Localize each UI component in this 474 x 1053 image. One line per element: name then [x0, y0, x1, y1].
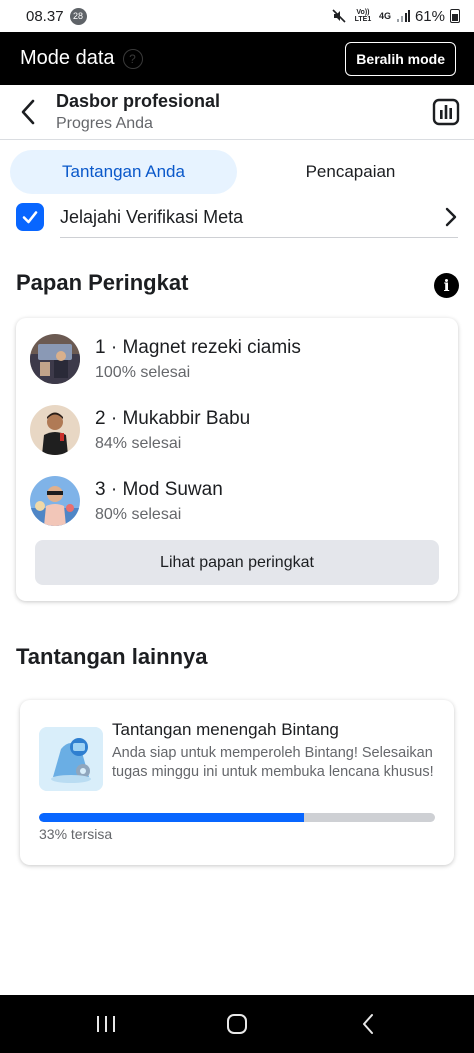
signal-icon — [396, 10, 410, 22]
challenge-progress-bar — [39, 813, 435, 822]
leaderboard-entry-progress: 80% selesai — [95, 505, 182, 523]
mode-bar: Mode data ? Beralih mode — [0, 32, 474, 85]
status-bar: 08.37 28 Vo)) LTE1 4G 61% — [0, 0, 474, 32]
status-icons: Vo)) LTE1 4G 61% — [331, 8, 460, 25]
notification-count-badge: 28 — [69, 7, 87, 25]
challenge-title: Tantangan menengah Bintang — [112, 720, 339, 739]
view-leaderboard-button[interactable]: Lihat papan peringkat — [35, 540, 439, 585]
recent-apps-icon — [96, 1016, 115, 1032]
leaderboard-entry-name: 2 · Mukabbir Babu — [95, 407, 251, 429]
verification-task-label: Jelajahi Verifikasi Meta — [60, 206, 244, 227]
divider — [60, 237, 458, 238]
volte-label: Vo)) LTE1 — [354, 9, 372, 23]
avatar — [30, 334, 80, 384]
leaderboard-entry-name: 3 · Mod Suwan — [95, 478, 223, 500]
leaderboard-entry-text: 2 · Mukabbir Babu 84% selesai — [95, 408, 250, 453]
tab-bar: Tantangan Anda Pencapaian — [10, 150, 464, 194]
network-type-label: 4G — [378, 10, 391, 21]
mute-icon — [332, 9, 346, 23]
checkmark-icon — [22, 211, 38, 224]
leaderboard-entry[interactable]: 2 · Mukabbir Babu 84% selesai — [30, 401, 444, 459]
verification-task-row[interactable]: Jelajahi Verifikasi Meta — [16, 196, 458, 238]
page-subtitle: Progres Anda — [56, 115, 153, 132]
status-time: 08.37 — [26, 7, 64, 25]
chevron-right-icon — [445, 207, 457, 227]
info-icon[interactable]: i — [434, 273, 459, 298]
leaderboard-entry-name: 1 · Magnet rezeki ciamis — [95, 336, 301, 358]
leaderboard-card: 1 · Magnet rezeki ciamis 100% selesai 2 … — [16, 318, 458, 601]
battery-icon — [450, 9, 460, 23]
leaderboard-entry-text: 3 · Mod Suwan 80% selesai — [95, 479, 223, 524]
home-icon — [226, 1014, 247, 1034]
other-challenges-title: Tantangan lainnya — [16, 644, 208, 669]
system-nav-bar — [0, 995, 474, 1053]
back-button[interactable] — [0, 85, 56, 140]
challenge-card[interactable]: Tantangan menengah Bintang Anda siap unt… — [20, 700, 454, 865]
star-challenge-icon — [39, 727, 103, 791]
recent-apps-button[interactable] — [76, 995, 136, 1053]
back-arrow-icon — [21, 99, 35, 125]
page-title: Dasbor profesional — [56, 91, 221, 111]
tab-your-challenges[interactable]: Tantangan Anda — [10, 150, 237, 194]
challenge-progress-label: 33% tersisa — [39, 826, 113, 842]
avatar — [30, 405, 80, 455]
home-button[interactable] — [207, 995, 267, 1053]
bar-chart-icon — [432, 98, 460, 126]
mode-title: Mode data — [20, 47, 115, 69]
leaderboard-entry[interactable]: 3 · Mod Suwan 80% selesai — [30, 472, 444, 530]
challenge-progress-fill — [39, 813, 305, 822]
leaderboard-title: Papan Peringkat — [16, 270, 189, 295]
challenge-description: Anda siap untuk memperoleh Bintang! Sele… — [112, 745, 434, 780]
task-complete-checkbox — [16, 203, 44, 231]
switch-mode-button[interactable]: Beralih mode — [345, 41, 456, 76]
tab-achievements[interactable]: Pencapaian — [237, 150, 464, 194]
leaderboard-entry-progress: 84% selesai — [95, 434, 182, 452]
avatar — [30, 476, 80, 526]
help-icon[interactable]: ? — [122, 48, 143, 69]
battery-percent: 61% — [414, 7, 445, 25]
leaderboard-entry[interactable]: 1 · Magnet rezeki ciamis 100% selesai — [30, 330, 444, 388]
leaderboard-entry-progress: 100% selesai — [95, 363, 191, 381]
insights-button[interactable] — [418, 85, 474, 140]
page-header: Dasbor profesional Progres Anda — [0, 85, 474, 140]
leaderboard-entry-text: 1 · Magnet rezeki ciamis 100% selesai — [95, 337, 301, 382]
back-nav-icon — [363, 1014, 374, 1034]
back-nav-button[interactable] — [338, 995, 398, 1053]
header-text: Dasbor profesional Progres Anda — [56, 91, 418, 133]
